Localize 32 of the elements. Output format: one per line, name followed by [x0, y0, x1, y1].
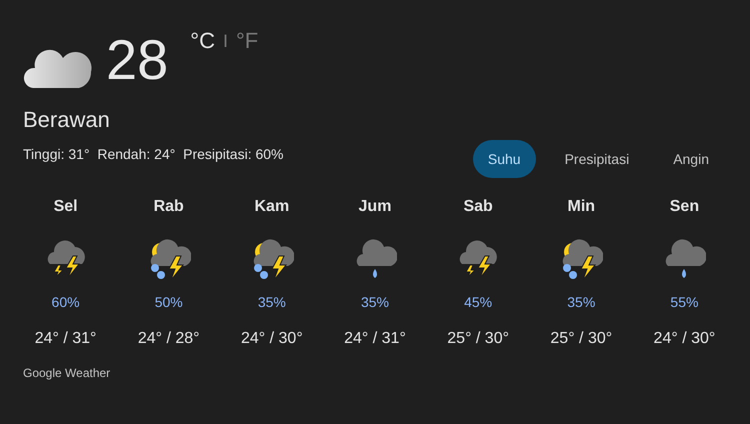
day-label[interactable]: Sel — [54, 198, 78, 216]
day-label[interactable]: Kam — [254, 198, 290, 216]
precipitation-chance: 60% — [52, 294, 80, 310]
day-label[interactable]: Jum — [358, 198, 392, 216]
tab[interactable]: Suhu — [472, 140, 536, 178]
temperature-range: 24° / 30° — [654, 330, 716, 348]
day-label[interactable]: Sab — [463, 198, 493, 216]
temperature-range: 25° / 30° — [447, 330, 509, 348]
tab[interactable]: Angin — [658, 140, 724, 178]
precipitation-chance: 55% — [670, 294, 698, 310]
tab[interactable]: Presipitasi — [550, 140, 644, 178]
precipitation-chance: 35% — [360, 294, 389, 310]
cloud-icon — [23, 48, 93, 88]
fahrenheit-unit[interactable]: °F — [236, 28, 258, 54]
precipitation-chance: 45% — [464, 294, 492, 310]
day-label[interactable]: Rab — [154, 198, 184, 216]
precipitation-chance: 35% — [258, 294, 286, 310]
source-label[interactable]: Google Weather — [0, 366, 750, 380]
temperature-range: 24° / 28° — [138, 330, 200, 348]
weather-condition: Berawan — [22, 107, 111, 133]
unit-separator: I — [222, 31, 228, 53]
temperature-range: 24° / 31° — [344, 330, 406, 348]
precipitation-chance: 35% — [567, 294, 596, 310]
celsius-unit[interactable]: °C — [190, 28, 215, 54]
day-label[interactable]: Sen — [670, 198, 700, 216]
current-temperature: 28 — [106, 28, 168, 92]
temperature-range: 25° / 30° — [550, 330, 612, 348]
precipitation-chance: 50% — [154, 294, 183, 310]
temperature-range: 24° / 30° — [240, 330, 303, 348]
day-label[interactable]: Min — [568, 198, 596, 216]
weather-details: Tinggi: 31° Rendah: 24° Presipitasi: 60% — [23, 146, 284, 162]
temperature-range: 24° / 31° — [34, 330, 96, 348]
